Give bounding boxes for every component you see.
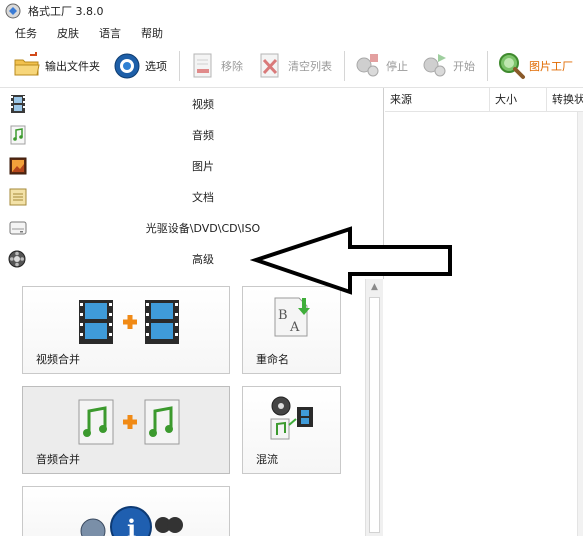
menu-help[interactable]: 帮助 — [138, 23, 166, 43]
audio-merge-icon — [78, 399, 180, 445]
category-picture[interactable]: 图片 — [0, 150, 383, 181]
folder-icon — [14, 51, 40, 75]
options-label: 选项 — [145, 59, 167, 73]
stop-button[interactable]: 停止 — [349, 48, 412, 84]
mux-label: 混流 — [256, 453, 278, 466]
menu-language[interactable]: 语言 — [96, 23, 124, 43]
rename-tile[interactable]: B A 重命名 — [242, 286, 341, 374]
picture-factory-label: 图片工厂 — [529, 59, 573, 73]
category-advanced-label: 高级 — [192, 252, 214, 266]
column-size[interactable]: 大小 — [490, 88, 547, 112]
svg-text:i: i — [127, 514, 136, 536]
rename-label: 重命名 — [256, 353, 289, 366]
rename-icon: B A — [274, 297, 310, 337]
category-document[interactable]: 文档 — [0, 181, 383, 212]
column-status[interactable]: 转换状 — [547, 88, 583, 112]
start-button[interactable]: 开始 — [416, 48, 479, 84]
menu-bar: 任务 皮肤 语言 帮助 — [0, 22, 583, 44]
category-audio-label: 音频 — [192, 128, 214, 142]
output-folder-button[interactable]: 输出文件夹 — [8, 48, 104, 84]
category-advanced[interactable]: 高级 — [0, 243, 383, 274]
toolbar-separator — [179, 50, 180, 81]
picture-factory-magnifier-icon — [499, 52, 525, 79]
remove-document-icon — [193, 53, 212, 77]
task-list-header: 来源 大小 转换状 — [385, 88, 583, 112]
category-optical-drive-label: 光驱设备\DVD\CD\ISO — [145, 221, 261, 235]
video-merge-label: 视频合并 — [36, 353, 80, 366]
task-list-panel: 来源 大小 转换状 — [385, 88, 583, 536]
stop-label: 停止 — [386, 59, 408, 73]
scroll-up-arrow-icon[interactable]: ▲ — [366, 279, 383, 295]
task-list-scroll-edge — [577, 112, 583, 536]
picture-factory-button[interactable]: 图片工厂 — [492, 48, 577, 84]
audio-icon — [10, 125, 26, 145]
category-picture-label: 图片 — [192, 159, 214, 173]
format-factory-logo-icon — [5, 3, 21, 19]
video-merge-tile[interactable]: 视频合并 — [22, 286, 230, 374]
toolbar-separator — [487, 50, 488, 81]
video-icon — [11, 95, 25, 113]
media-info-icon: i — [80, 506, 183, 536]
video-merge-icon — [79, 300, 179, 344]
window-title: 格式工厂 3.8.0 — [28, 5, 104, 18]
tools-scrollbar[interactable]: ▲ — [365, 279, 383, 536]
toolbar: 输出文件夹 选项 移除 清空列表 停止 开始 图片工厂 — [0, 44, 583, 88]
menu-skin[interactable]: 皮肤 — [54, 23, 82, 43]
title-bar: 格式工厂 3.8.0 — [0, 0, 583, 22]
audio-merge-tile[interactable]: 音频合并 — [22, 386, 230, 474]
advanced-tools-area: 视频合并 B A 重命名 音频合并 混流 i — [0, 279, 384, 536]
advanced-icon — [8, 250, 26, 268]
menu-task[interactable]: 任务 — [12, 23, 40, 43]
clear-list-button[interactable]: 清空列表 — [251, 48, 336, 84]
category-video-label: 视频 — [192, 97, 214, 111]
column-source[interactable]: 来源 — [385, 88, 490, 112]
options-button[interactable]: 选项 — [108, 48, 171, 84]
mux-icon — [270, 396, 313, 440]
svg-text:A: A — [289, 320, 300, 335]
clear-list-label: 清空列表 — [288, 59, 332, 73]
remove-button[interactable]: 移除 — [184, 48, 247, 84]
clear-list-icon — [260, 53, 279, 77]
start-label: 开始 — [453, 59, 475, 73]
remove-label: 移除 — [221, 59, 243, 73]
picture-icon — [9, 157, 27, 175]
svg-text:B: B — [278, 308, 288, 323]
output-folder-label: 输出文件夹 — [45, 59, 100, 73]
start-gears-icon — [423, 53, 446, 76]
category-audio[interactable]: 音频 — [0, 119, 383, 150]
media-info-tile[interactable]: i — [22, 486, 230, 536]
scroll-thumb[interactable] — [369, 297, 380, 533]
category-optical-drive[interactable]: 光驱设备\DVD\CD\ISO — [0, 212, 383, 243]
audio-merge-label: 音频合并 — [36, 453, 80, 466]
mux-tile[interactable]: 混流 — [242, 386, 341, 474]
document-icon — [9, 188, 27, 206]
options-gear-icon — [114, 53, 140, 78]
category-video[interactable]: 视频 — [0, 88, 383, 119]
toolbar-separator — [344, 50, 345, 81]
stop-gears-icon — [356, 53, 379, 76]
category-document-label: 文档 — [192, 190, 214, 204]
optical-drive-icon — [9, 221, 27, 235]
